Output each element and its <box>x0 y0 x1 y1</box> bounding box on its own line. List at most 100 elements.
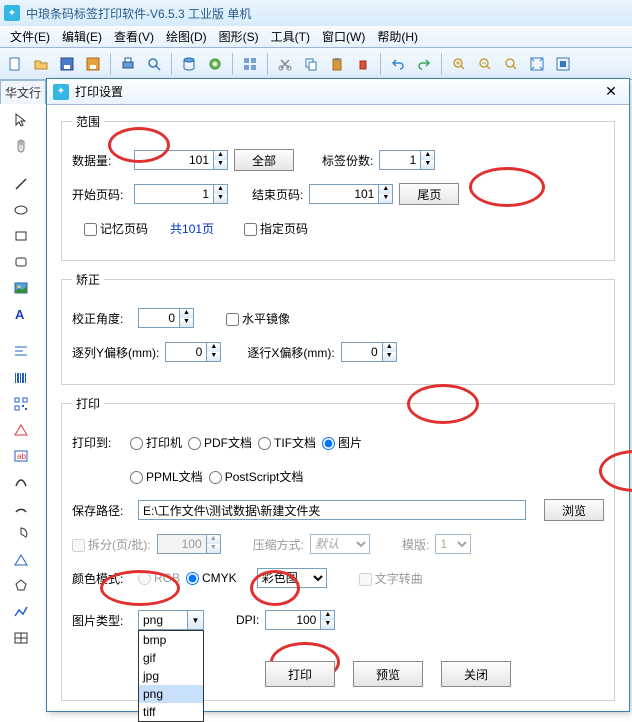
zoom-out-icon[interactable] <box>474 53 496 75</box>
spin-down-icon[interactable]: ▼ <box>214 160 227 169</box>
end-page-spinner[interactable]: ▲▼ <box>309 184 393 204</box>
angle-input[interactable] <box>138 308 180 328</box>
fit-page-icon[interactable] <box>552 53 574 75</box>
open-icon[interactable] <box>30 53 52 75</box>
database-icon[interactable] <box>178 53 200 75</box>
image-type-combo[interactable]: ▼ bmp gif jpg png tiff <box>138 610 204 630</box>
fit-window-icon[interactable] <box>526 53 548 75</box>
copy-icon[interactable] <box>300 53 322 75</box>
chevron-down-icon[interactable]: ▼ <box>188 610 204 630</box>
triangle-up-icon[interactable] <box>6 418 36 442</box>
menu-shape[interactable]: 图形(S) <box>213 26 265 47</box>
pointer-tool-icon[interactable] <box>6 108 36 132</box>
cut-icon[interactable] <box>274 53 296 75</box>
paste-icon[interactable] <box>326 53 348 75</box>
y-offset-input[interactable] <box>165 342 207 362</box>
save-path-input[interactable] <box>138 500 526 520</box>
redo-icon[interactable] <box>413 53 435 75</box>
menu-file[interactable]: 文件(E) <box>4 26 56 47</box>
spin-up-icon[interactable]: ▲ <box>383 343 396 352</box>
image-tool-icon[interactable] <box>6 276 36 300</box>
radio-image[interactable]: 图片 <box>322 434 362 451</box>
option-bmp[interactable]: bmp <box>139 631 203 649</box>
spin-up-icon[interactable]: ▲ <box>379 185 392 194</box>
radio-pdf[interactable]: PDF文档 <box>188 434 252 451</box>
x-offset-spinner[interactable]: ▲▼ <box>341 342 397 362</box>
radio-postscript[interactable]: PostScript文档 <box>209 468 304 485</box>
spin-up-icon[interactable]: ▲ <box>214 185 227 194</box>
option-gif[interactable]: gif <box>139 649 203 667</box>
close-icon[interactable]: ✕ <box>599 83 623 100</box>
y-offset-spinner[interactable]: ▲▼ <box>165 342 221 362</box>
undo-icon[interactable] <box>387 53 409 75</box>
preview-icon[interactable] <box>143 53 165 75</box>
save-as-icon[interactable] <box>82 53 104 75</box>
image-type-input[interactable] <box>138 610 188 630</box>
table-tool-icon[interactable] <box>6 626 36 650</box>
radio-printer[interactable]: 打印机 <box>130 434 182 451</box>
angle-spinner[interactable]: ▲▼ <box>138 308 194 328</box>
data-count-spinner[interactable]: ▲▼ <box>134 150 228 170</box>
spin-up-icon[interactable]: ▲ <box>180 309 193 318</box>
spin-down-icon[interactable]: ▼ <box>207 352 220 361</box>
all-button[interactable]: 全部 <box>234 149 294 171</box>
close-button[interactable]: 关闭 <box>441 661 511 687</box>
option-jpg[interactable]: jpg <box>139 667 203 685</box>
align-left-icon[interactable] <box>6 340 36 364</box>
last-page-button[interactable]: 尾页 <box>399 183 459 205</box>
zoom-fit-icon[interactable] <box>500 53 522 75</box>
richtext-icon[interactable]: ab <box>6 444 36 468</box>
spin-down-icon[interactable]: ▼ <box>214 194 227 203</box>
spin-down-icon[interactable]: ▼ <box>421 160 434 169</box>
ellipse-tool-icon[interactable] <box>6 198 36 222</box>
preview-button[interactable]: 预览 <box>353 661 423 687</box>
data-count-input[interactable] <box>134 150 214 170</box>
qrcode-tool-icon[interactable] <box>6 392 36 416</box>
arc-tool-icon[interactable] <box>6 496 36 520</box>
new-file-icon[interactable] <box>4 53 26 75</box>
curve-tool-icon[interactable] <box>6 470 36 494</box>
radio-tif[interactable]: TIF文档 <box>258 434 316 451</box>
specify-page-checkbox[interactable]: 指定页码 <box>244 220 308 237</box>
copies-input[interactable] <box>379 150 421 170</box>
spin-up-icon[interactable]: ▲ <box>321 611 334 620</box>
spin-up-icon[interactable]: ▲ <box>207 343 220 352</box>
rect-tool-icon[interactable] <box>6 224 36 248</box>
hand-tool-icon[interactable] <box>6 134 36 158</box>
dialog-titlebar[interactable]: ✦ 打印设置 ✕ <box>47 79 629 105</box>
image-type-dropdown[interactable]: bmp gif jpg png tiff <box>138 630 204 722</box>
radio-cmyk[interactable]: CMYK <box>186 571 237 585</box>
remember-page-checkbox[interactable]: 记忆页码 <box>84 220 148 237</box>
print-button[interactable]: 打印 <box>265 661 335 687</box>
color-select[interactable]: 彩色图 <box>257 568 327 588</box>
menu-edit[interactable]: 编辑(E) <box>56 26 108 47</box>
dpi-spinner[interactable]: ▲▼ <box>265 610 335 630</box>
spin-up-icon[interactable]: ▲ <box>214 151 227 160</box>
spin-down-icon[interactable]: ▼ <box>383 352 396 361</box>
save-icon[interactable] <box>56 53 78 75</box>
radio-ppml[interactable]: PPML文档 <box>130 468 203 485</box>
line-tool-icon[interactable] <box>6 172 36 196</box>
polygon-tool-icon[interactable] <box>6 574 36 598</box>
menu-tool[interactable]: 工具(T) <box>265 26 316 47</box>
start-page-spinner[interactable]: ▲▼ <box>134 184 228 204</box>
polyline-tool-icon[interactable] <box>6 600 36 624</box>
browse-button[interactable]: 浏览 <box>544 499 604 521</box>
end-page-input[interactable] <box>309 184 379 204</box>
spin-down-icon[interactable]: ▼ <box>180 318 193 327</box>
option-tiff[interactable]: tiff <box>139 703 203 721</box>
option-png[interactable]: png <box>139 685 203 703</box>
print-icon[interactable] <box>117 53 139 75</box>
grid-icon[interactable] <box>239 53 261 75</box>
sector-tool-icon[interactable] <box>6 522 36 546</box>
menu-window[interactable]: 窗口(W) <box>316 26 371 47</box>
copies-spinner[interactable]: ▲▼ <box>379 150 435 170</box>
start-page-input[interactable] <box>134 184 214 204</box>
menu-draw[interactable]: 绘图(D) <box>160 26 213 47</box>
menu-help[interactable]: 帮助(H) <box>371 26 424 47</box>
triangle-tool-icon[interactable] <box>6 548 36 572</box>
text-tool-icon[interactable]: A <box>6 302 36 326</box>
round-rect-tool-icon[interactable] <box>6 250 36 274</box>
spin-down-icon[interactable]: ▼ <box>379 194 392 203</box>
barcode-tool-icon[interactable] <box>6 366 36 390</box>
